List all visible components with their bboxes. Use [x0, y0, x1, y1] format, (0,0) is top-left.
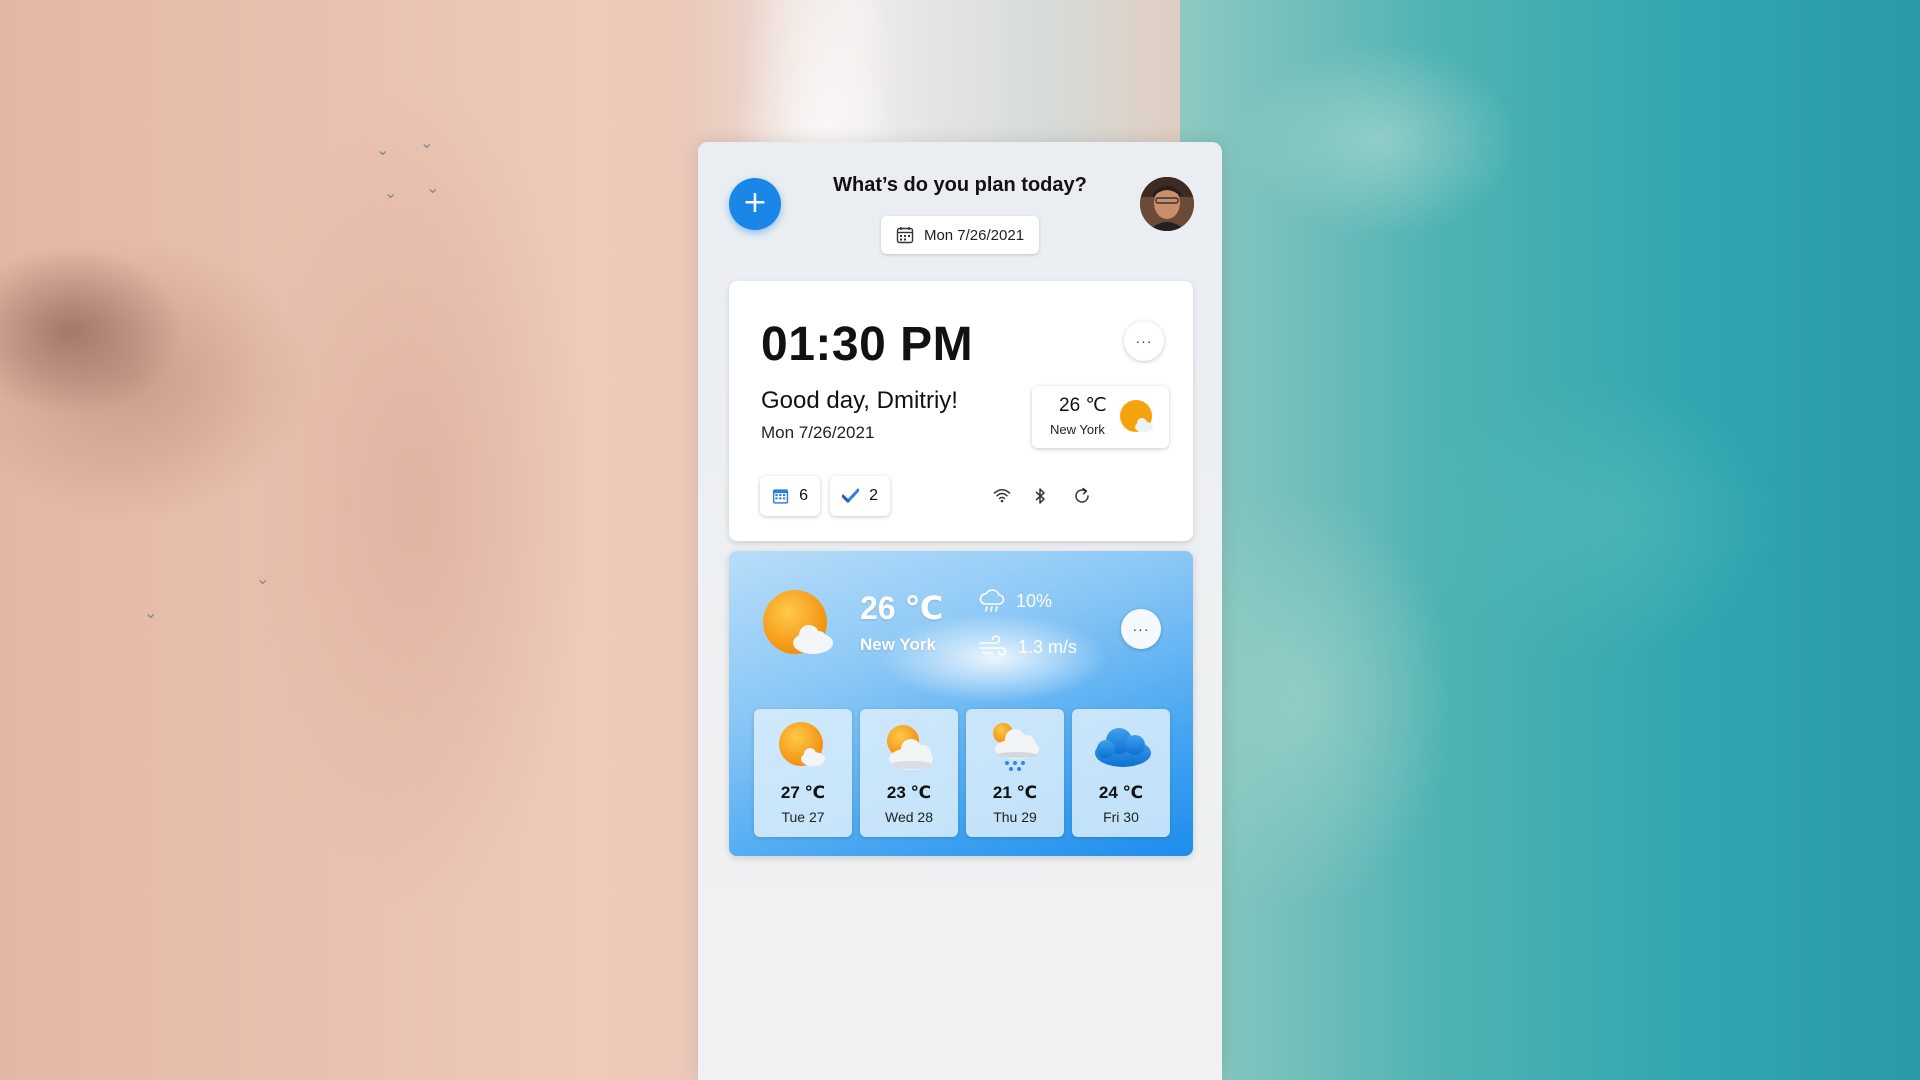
tasks-count: 2 — [869, 487, 878, 504]
calendar-icon — [896, 227, 914, 244]
forecast-day: Thu 29 — [993, 809, 1037, 825]
forecast-day-fri[interactable]: 24 ℃ Fri 30 — [1072, 709, 1170, 837]
date-picker[interactable]: Mon 7/26/2021 — [881, 216, 1039, 254]
clock-more-button[interactable]: ··· — [1124, 321, 1164, 361]
forecast-day-thu[interactable]: 21 ℃ Thu 29 — [966, 709, 1064, 837]
forecast-day-wed[interactable]: 23 ℃ Wed 28 — [860, 709, 958, 837]
calendar-count: 6 — [799, 487, 808, 504]
wind-icon — [979, 635, 1007, 656]
seagull-icon: ⌄ — [376, 140, 390, 159]
sun-cloud-icon — [763, 590, 833, 654]
seagull-icon: ⌄ — [144, 603, 158, 622]
precipitation-stat: 10% — [978, 589, 1052, 613]
clock-time: 01:30 PM — [761, 318, 974, 371]
mini-weather-temp: 26 ℃ — [1059, 395, 1107, 416]
seagull-icon: ⌄ — [426, 178, 440, 197]
date-pill-label: Mon 7/26/2021 — [923, 226, 1025, 244]
clock-card: 01:30 PM Good day, Dmitriy! Mon 7/26/202… — [729, 281, 1193, 541]
calendar-events-chip[interactable]: 6 — [760, 476, 820, 516]
bluetooth-icon[interactable] — [1033, 487, 1047, 505]
rain-cloud-icon — [979, 589, 1005, 612]
weather-temp: 26 ℃ — [860, 590, 944, 626]
forecast-temp: 23 ℃ — [886, 783, 932, 802]
forecast-temp: 27 ℃ — [780, 783, 826, 802]
forecast-day: Tue 27 — [781, 809, 825, 825]
forecast-row: 27 ℃ Tue 27 23 ℃ Wed 28 21 ℃ Thu 29 24 ℃… — [754, 709, 1170, 837]
seagull-icon: ⌄ — [420, 133, 434, 152]
wind-value: 1.3 m/s — [1018, 636, 1078, 657]
seagull-icon: ⌄ — [256, 569, 270, 588]
refresh-icon[interactable] — [1073, 487, 1091, 505]
weather-card: 26 ℃ New York 10% 1.3 m/s ··· 27 ℃ Tue 2… — [729, 551, 1193, 856]
calendar-app-icon — [772, 489, 789, 504]
clock-date: Mon 7/26/2021 — [761, 423, 875, 442]
sun-cloud-icon — [1120, 400, 1153, 433]
mini-weather-city: New York — [1050, 422, 1105, 437]
mini-weather-widget[interactable]: 26 ℃ New York — [1032, 386, 1169, 448]
user-avatar[interactable] — [1140, 177, 1194, 231]
ocean-water — [1180, 0, 1920, 1080]
precipitation-value: 10% — [1016, 590, 1053, 611]
weather-more-button[interactable]: ··· — [1121, 609, 1161, 649]
more-dots-icon: ··· — [1135, 333, 1153, 349]
weather-city: New York — [860, 635, 936, 654]
forecast-day-tue[interactable]: 27 ℃ Tue 27 — [754, 709, 852, 837]
tasks-chip[interactable]: 2 — [830, 476, 890, 516]
cloud-sun-icon — [887, 725, 933, 770]
wifi-icon[interactable] — [993, 487, 1011, 503]
greeting-text: Good day, Dmitriy! — [761, 387, 958, 414]
forecast-day: Fri 30 — [1103, 809, 1139, 825]
forecast-temp: 21 ℃ — [992, 783, 1038, 802]
forecast-temp: 24 ℃ — [1098, 783, 1144, 802]
rain-cloud-icon — [993, 723, 1039, 771]
todo-check-icon — [842, 488, 860, 503]
more-dots-icon: ··· — [1132, 621, 1150, 637]
sun-cloud-icon — [779, 722, 825, 766]
planner-panel: + What’s do you plan today? Mon 7/26/202… — [698, 142, 1222, 1080]
forecast-day: Wed 28 — [885, 809, 933, 825]
avatar-image — [1140, 177, 1194, 231]
blue-cloud-icon — [1095, 728, 1151, 767]
seagull-icon: ⌄ — [384, 183, 398, 202]
wind-stat: 1.3 m/s — [978, 635, 1077, 659]
